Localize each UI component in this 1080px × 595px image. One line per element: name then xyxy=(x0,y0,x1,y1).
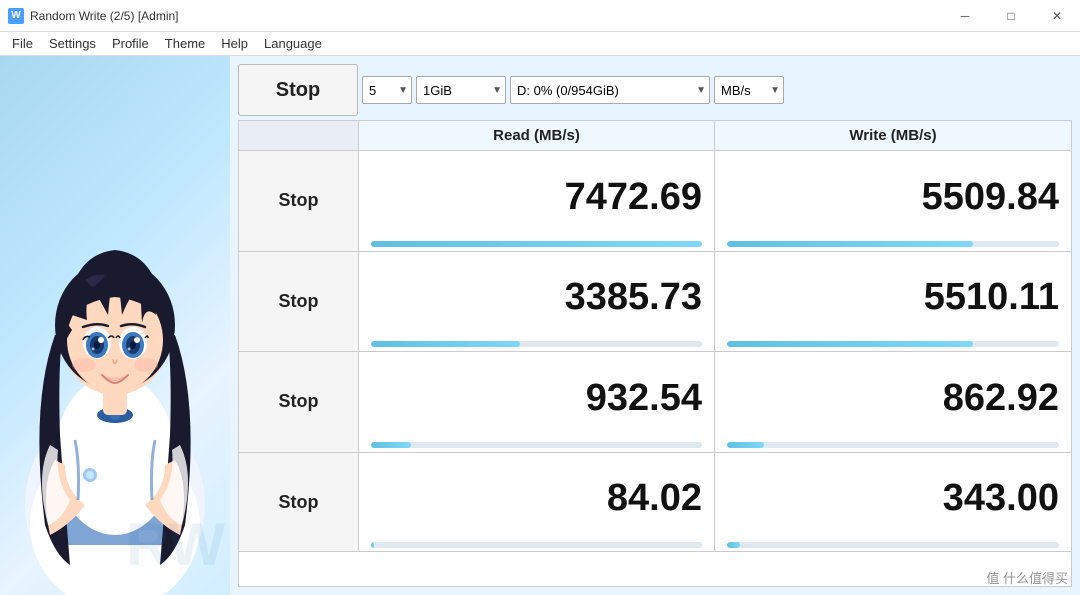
passes-dropdown-wrapper: 1 2 3 5 9 ▼ xyxy=(362,76,412,104)
header-empty xyxy=(239,121,359,150)
row0-read-fill xyxy=(371,241,702,247)
header-write: Write (MB/s) xyxy=(715,121,1071,150)
menu-bar: File Settings Profile Theme Help Languag… xyxy=(0,32,1080,56)
row3-write-value: 343.00 xyxy=(727,461,1059,539)
row2-read-cell: 932.54 xyxy=(359,352,715,452)
row3-write-cell: 343.00 xyxy=(715,453,1071,553)
table-header-row: Read (MB/s) Write (MB/s) xyxy=(238,120,1072,150)
row1-read-value: 3385.73 xyxy=(371,260,702,338)
minimize-button[interactable]: ─ xyxy=(942,0,988,32)
character-panel: RW xyxy=(0,56,230,595)
row0-write-value: 5509.84 xyxy=(727,159,1059,237)
row2-write-fill xyxy=(727,442,764,448)
row0-write-cell: 5509.84 xyxy=(715,151,1071,251)
row3-read-fill xyxy=(371,542,374,548)
row2-read-fill xyxy=(371,442,411,448)
main-content: RW Stop 1 2 3 5 9 ▼ 512MiB 1GiB 2Gi xyxy=(0,56,1080,595)
passes-select[interactable]: 1 2 3 5 9 xyxy=(362,76,412,104)
unit-select[interactable]: MB/s GB/s IOPS xyxy=(714,76,784,104)
watermark: 值 什么值得买 xyxy=(986,568,1068,587)
row2-write-progress xyxy=(727,442,1059,448)
row3-write-progress xyxy=(727,542,1059,548)
row0-stop-button[interactable]: Stop xyxy=(239,151,358,251)
row3-read-value: 84.02 xyxy=(371,461,702,539)
menu-file[interactable]: File xyxy=(4,34,41,53)
menu-settings[interactable]: Settings xyxy=(41,34,104,53)
table-row: Stop 84.02 343.00 xyxy=(238,452,1072,553)
title-bar: W Random Write (2/5) [Admin] ─ □ ✕ xyxy=(0,0,1080,32)
row1-read-fill xyxy=(371,341,520,347)
row3-stop-button[interactable]: Stop xyxy=(239,453,358,553)
header-read: Read (MB/s) xyxy=(359,121,715,150)
row1-write-fill xyxy=(727,341,973,347)
row3-read-cell: 84.02 xyxy=(359,453,715,553)
table-row: Stop 3385.73 5510.11 xyxy=(238,251,1072,352)
blocksize-select[interactable]: 512MiB 1GiB 2GiB 4GiB xyxy=(416,76,506,104)
row1-read-progress xyxy=(371,341,702,347)
title-bar-controls: ─ □ ✕ xyxy=(942,0,1080,32)
title-bar-text: Random Write (2/5) [Admin] xyxy=(30,9,179,23)
character-decoration: RW xyxy=(126,515,225,575)
row0-btn-cell: Stop xyxy=(239,151,359,251)
row0-write-progress xyxy=(727,241,1059,247)
benchmark-panel: Stop 1 2 3 5 9 ▼ 512MiB 1GiB 2GiB 4GiB xyxy=(230,56,1080,595)
row2-btn-cell: Stop xyxy=(239,352,359,452)
benchmark-table: Read (MB/s) Write (MB/s) Stop 7472.69 55… xyxy=(238,120,1072,587)
blocksize-dropdown-wrapper: 512MiB 1GiB 2GiB 4GiB ▼ xyxy=(416,76,506,104)
row0-write-fill xyxy=(727,241,973,247)
row1-write-progress xyxy=(727,341,1059,347)
row1-write-value: 5510.11 xyxy=(727,260,1059,338)
row3-write-fill xyxy=(727,542,740,548)
unit-dropdown-wrapper: MB/s GB/s IOPS ▼ xyxy=(714,76,784,104)
close-button[interactable]: ✕ xyxy=(1034,0,1080,32)
table-row: Stop 932.54 862.92 xyxy=(238,351,1072,452)
row2-write-value: 862.92 xyxy=(727,360,1059,438)
menu-profile[interactable]: Profile xyxy=(104,34,157,53)
row0-read-value: 7472.69 xyxy=(371,159,702,237)
maximize-button[interactable]: □ xyxy=(988,0,1034,32)
table-bottom-row xyxy=(238,551,1072,587)
menu-language[interactable]: Language xyxy=(256,34,330,53)
drive-dropdown-wrapper: D: 0% (0/954GiB) C: 50% (250/500GiB) ▼ xyxy=(510,76,710,104)
row2-stop-button[interactable]: Stop xyxy=(239,352,358,452)
menu-theme[interactable]: Theme xyxy=(157,34,213,53)
row1-write-cell: 5510.11 xyxy=(715,252,1071,352)
row3-btn-cell: Stop xyxy=(239,453,359,553)
top-controls-row: Stop 1 2 3 5 9 ▼ 512MiB 1GiB 2GiB 4GiB xyxy=(238,64,1072,116)
app-icon: W xyxy=(8,8,24,24)
menu-help[interactable]: Help xyxy=(213,34,256,53)
top-stop-button[interactable]: Stop xyxy=(238,64,358,116)
row1-stop-button[interactable]: Stop xyxy=(239,252,358,352)
row0-read-progress xyxy=(371,241,702,247)
table-row: Stop 7472.69 5509.84 xyxy=(238,150,1072,251)
row0-read-cell: 7472.69 xyxy=(359,151,715,251)
row2-read-value: 932.54 xyxy=(371,360,702,438)
row1-btn-cell: Stop xyxy=(239,252,359,352)
row2-read-progress xyxy=(371,442,702,448)
drive-select[interactable]: D: 0% (0/954GiB) C: 50% (250/500GiB) xyxy=(510,76,710,104)
row2-write-cell: 862.92 xyxy=(715,352,1071,452)
row1-read-cell: 3385.73 xyxy=(359,252,715,352)
row3-read-progress xyxy=(371,542,702,548)
